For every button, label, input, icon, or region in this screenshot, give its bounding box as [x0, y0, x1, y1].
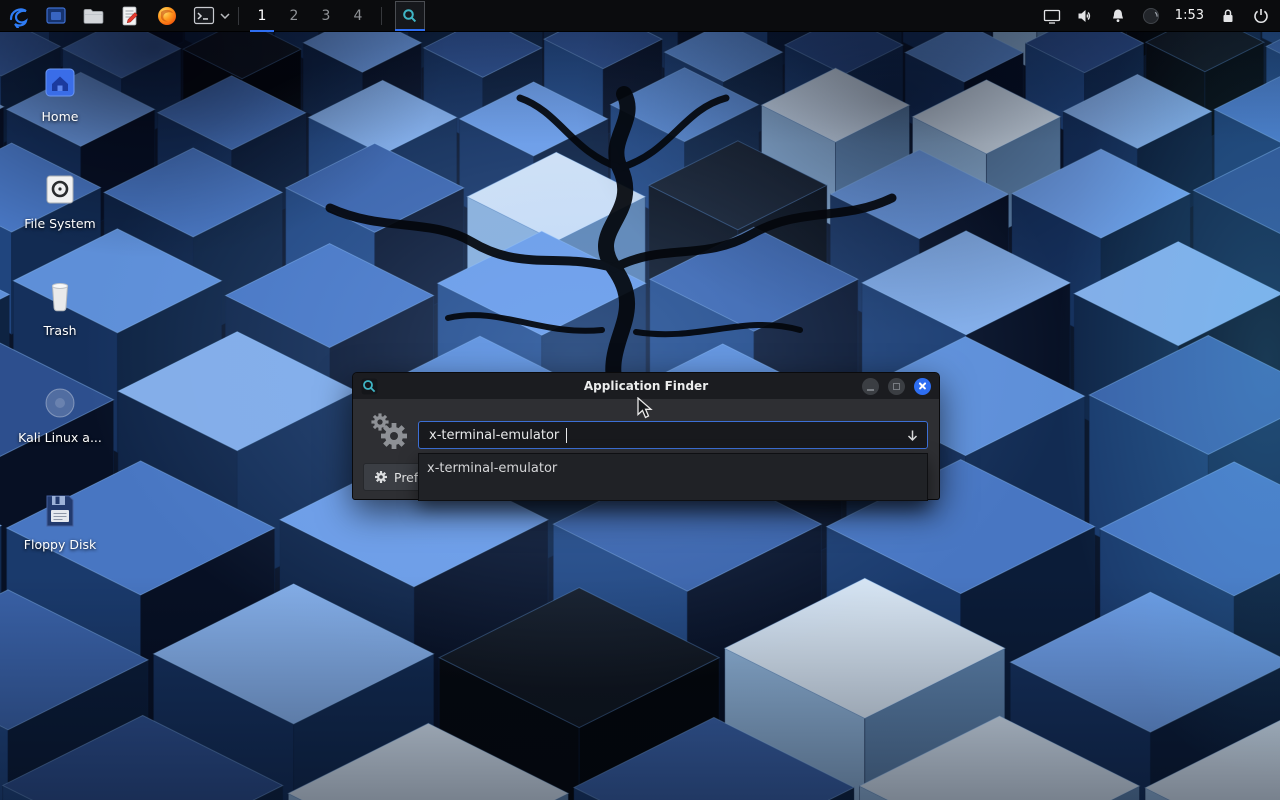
file-manager-launcher[interactable]: [78, 0, 108, 32]
terminal-launcher[interactable]: [189, 0, 219, 32]
panel-separator: [381, 7, 382, 25]
display-icon: [1043, 7, 1061, 25]
volume-tray-button[interactable]: [1076, 8, 1094, 24]
desktop-icon-home[interactable]: Home: [12, 56, 108, 124]
workspace-button-1[interactable]: 1: [246, 0, 278, 32]
workspace-button-4[interactable]: 4: [342, 0, 374, 32]
desktop-icon-label: Trash: [12, 323, 108, 338]
desktop-icon-label: Kali Linux a...: [12, 430, 108, 445]
panel-right-cluster: 1:53: [1043, 0, 1280, 31]
status-circle-icon: [1142, 7, 1160, 25]
top-panel: 1 2 3 4: [0, 0, 1280, 32]
kali-logo-icon: [7, 4, 31, 28]
text-caret: [566, 428, 567, 443]
titlebar[interactable]: Application Finder: [353, 373, 939, 399]
combo-dropdown-button[interactable]: [906, 429, 919, 442]
gears-icon: [365, 407, 413, 459]
window-app-launcher[interactable]: [41, 0, 71, 32]
terminal-icon: [193, 5, 215, 26]
search-input[interactable]: x-terminal-emulator: [418, 421, 928, 449]
firefox-icon: [156, 5, 178, 27]
desktop-icon-trash[interactable]: Trash: [12, 270, 108, 338]
file-system-icon: [39, 173, 81, 209]
trash-icon: [39, 278, 81, 316]
speaker-icon: [1076, 8, 1094, 24]
lock-icon: [1219, 7, 1237, 24]
application-finder-window: Application Finder: [352, 372, 940, 500]
desktop-icon-kali-linux[interactable]: Kali Linux a...: [12, 377, 108, 445]
desktop-icon-label: Home: [12, 109, 108, 124]
gear-icon: [374, 470, 388, 484]
window-title: Application Finder: [353, 379, 939, 393]
kali-disc-icon: [39, 383, 81, 423]
taskbar-application-finder[interactable]: [395, 1, 425, 31]
workspace-button-3[interactable]: 3: [310, 0, 342, 32]
completion-popup: x-terminal-emulator: [418, 453, 928, 501]
lock-screen-button[interactable]: [1219, 7, 1237, 24]
close-button[interactable]: [914, 378, 931, 395]
terminal-dropdown-button[interactable]: [219, 0, 231, 32]
power-button[interactable]: [1252, 7, 1270, 25]
status-circle-tray-button[interactable]: [1142, 7, 1160, 25]
home-icon: [39, 66, 81, 102]
text-editor-icon: [119, 5, 141, 27]
desktop-icon-floppy-disk[interactable]: Floppy Disk: [12, 484, 108, 552]
maximize-button[interactable]: [888, 378, 905, 395]
desktop-icon-label: Floppy Disk: [12, 537, 108, 552]
panel-left-cluster: 1 2 3 4: [0, 0, 425, 31]
search-input-value: x-terminal-emulator: [429, 428, 559, 443]
search-icon: [402, 8, 418, 24]
desktop-icon-label: File System: [12, 216, 108, 231]
blue-window-icon: [45, 5, 67, 27]
power-icon: [1252, 7, 1270, 25]
text-editor-launcher[interactable]: [115, 0, 145, 32]
chevron-down-icon: [220, 13, 230, 19]
application-finder-icon: [361, 378, 378, 395]
terminal-launcher-group: [189, 0, 231, 32]
completion-item[interactable]: x-terminal-emulator: [419, 454, 927, 483]
arrow-down-icon: [906, 429, 919, 442]
display-tray-button[interactable]: [1043, 7, 1061, 25]
panel-clock[interactable]: 1:53: [1175, 8, 1204, 23]
desktop-icon-file-system[interactable]: File System: [12, 163, 108, 231]
kali-menu-button[interactable]: [4, 0, 34, 32]
notifications-tray-button[interactable]: [1109, 8, 1127, 24]
window-controls: [862, 378, 931, 395]
minimize-button[interactable]: [862, 378, 879, 395]
floppy-disk-icon: [39, 492, 81, 530]
firefox-launcher[interactable]: [152, 0, 182, 32]
folder-icon: [82, 6, 104, 26]
workspace-button-2[interactable]: 2: [278, 0, 310, 32]
bell-icon: [1109, 8, 1127, 24]
panel-separator: [238, 7, 239, 25]
